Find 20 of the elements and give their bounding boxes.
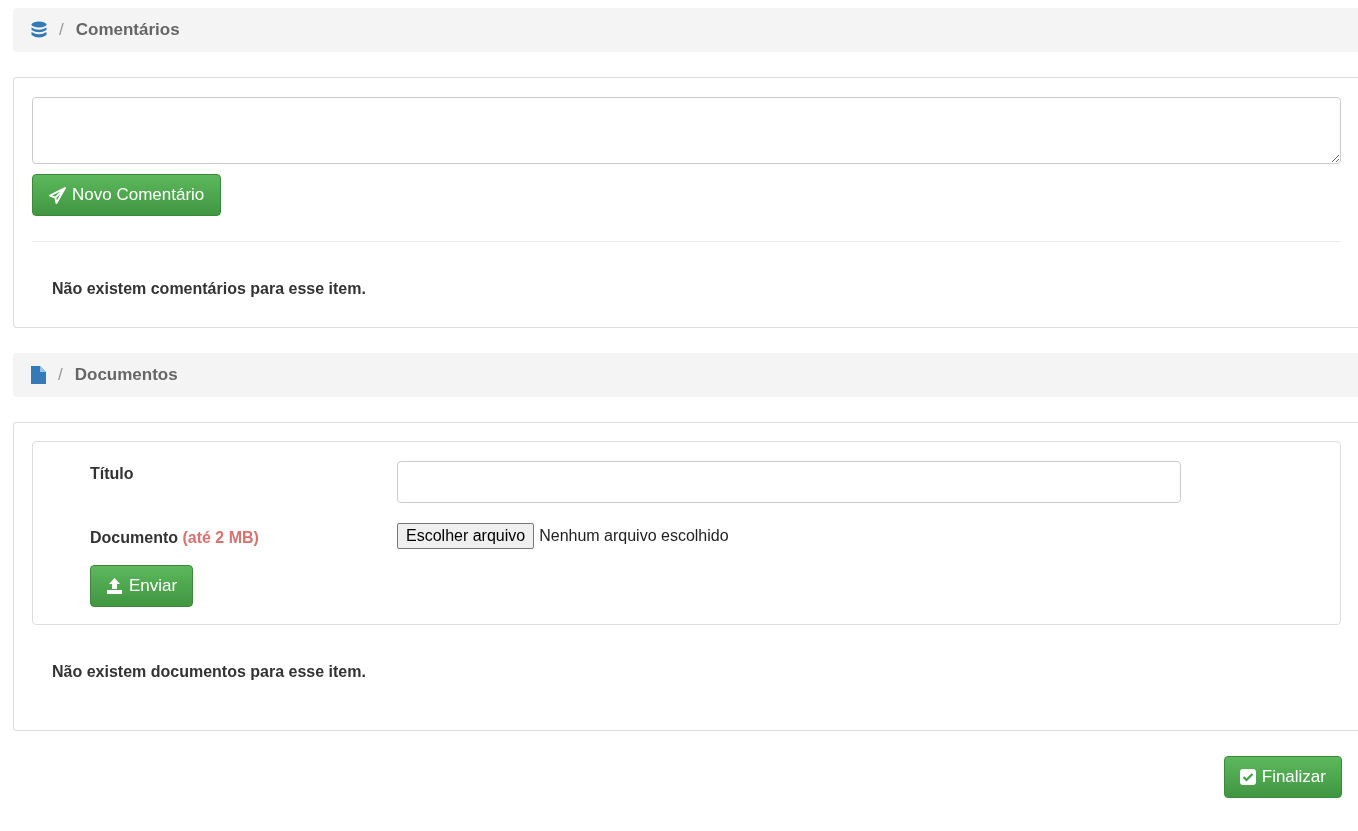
empty-message: Não existem comentários para esse item. bbox=[52, 280, 367, 298]
check-square-icon bbox=[1239, 769, 1256, 785]
finish-button[interactable]: Finalizar bbox=[1223, 756, 1342, 798]
file-status: Nenhum arquivo escolhido bbox=[539, 527, 729, 545]
breadcrumb-title: Comentários bbox=[75, 20, 180, 40]
breadcrumb-separator: / bbox=[58, 365, 63, 385]
database-icon bbox=[31, 21, 47, 39]
field-label: Título bbox=[90, 464, 135, 483]
breadcrumb-title: Documentos bbox=[74, 365, 178, 385]
choose-file-button[interactable]: Escolher arquivo bbox=[397, 523, 535, 549]
breadcrumb-separator: / bbox=[59, 20, 64, 40]
document-icon bbox=[31, 366, 46, 384]
title-field[interactable] bbox=[397, 461, 1181, 503]
comment-field[interactable] bbox=[32, 97, 1341, 164]
upload-button[interactable]: Enviar bbox=[90, 565, 194, 607]
paper-plane-icon bbox=[49, 186, 66, 204]
new-comment-button[interactable]: Novo Comentário bbox=[32, 174, 222, 216]
empty-message: Não existem documentos para esse item. bbox=[52, 663, 367, 681]
field-label: Documento (até 2 MB) bbox=[90, 528, 260, 547]
upload-icon bbox=[106, 578, 123, 594]
